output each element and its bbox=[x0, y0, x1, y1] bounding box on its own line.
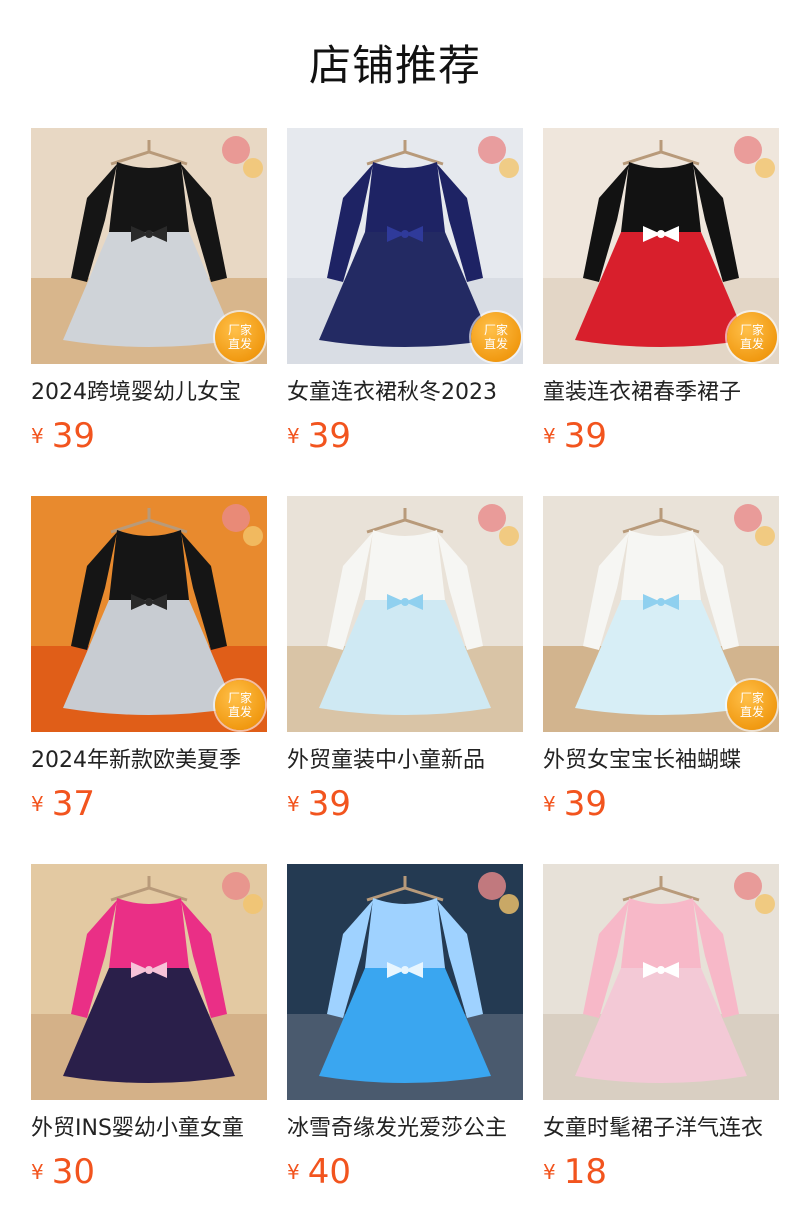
dress-illustration bbox=[31, 864, 267, 1100]
product-image[interactable]: 厂家 直发 bbox=[287, 128, 523, 364]
currency-symbol: ¥ bbox=[287, 792, 300, 816]
badge-line-1: 厂家 bbox=[227, 691, 252, 705]
currency-symbol: ¥ bbox=[31, 424, 44, 448]
price-value: 39 bbox=[563, 784, 607, 824]
product-name[interactable]: 外贸INS婴幼小童女童 bbox=[31, 1114, 267, 1144]
product-name[interactable]: 2024年新款欧美夏季 bbox=[31, 746, 267, 776]
price-value: 39 bbox=[563, 416, 607, 456]
product-card[interactable]: 厂家 直发外贸女宝宝长袖蝴蝶 ¥39 bbox=[543, 496, 779, 824]
product-grid: 厂家 直发 2024跨境婴幼儿女宝 ¥39 厂家 直发 女童连衣裙秋冬2023 ¥39 厂家 直发… bbox=[0, 0, 790, 1232]
product-price: ¥39 bbox=[543, 416, 779, 456]
product-card[interactable]: 厂家 直发女童连衣裙秋冬2023 ¥39 bbox=[287, 128, 523, 456]
product-price: ¥18 bbox=[543, 1152, 779, 1192]
currency-symbol: ¥ bbox=[543, 792, 556, 816]
product-price: ¥39 bbox=[543, 784, 779, 824]
product-card[interactable]: 外贸INS婴幼小童女童 ¥30 bbox=[31, 864, 267, 1192]
badge-line-2: 直发 bbox=[483, 337, 508, 351]
badge-line-1: 厂家 bbox=[483, 323, 508, 337]
dress-illustration bbox=[543, 864, 779, 1100]
currency-symbol: ¥ bbox=[287, 424, 300, 448]
product-image[interactable]: 厂家 直发 bbox=[31, 496, 267, 732]
product-name[interactable]: 女童连衣裙秋冬2023 bbox=[287, 378, 523, 408]
product-card[interactable]: 厂家 直发童装连衣裙春季裙子 ¥39 bbox=[543, 128, 779, 456]
product-price: ¥39 bbox=[31, 416, 267, 456]
product-name[interactable]: 外贸童装中小童新品 bbox=[287, 746, 523, 776]
product-image[interactable]: 厂家 直发 bbox=[543, 128, 779, 364]
price-value: 18 bbox=[563, 1152, 607, 1192]
product-name[interactable]: 冰雪奇缘发光爱莎公主 bbox=[287, 1114, 523, 1144]
dress-illustration bbox=[287, 496, 523, 732]
product-card[interactable]: 女童时髦裙子洋气连衣 ¥18 bbox=[543, 864, 779, 1192]
currency-symbol: ¥ bbox=[543, 1160, 556, 1184]
product-card[interactable]: 厂家 直发 2024年新款欧美夏季 ¥37 bbox=[31, 496, 267, 824]
product-price: ¥39 bbox=[287, 784, 523, 824]
factory-direct-badge: 厂家 直发 bbox=[215, 680, 265, 730]
product-image[interactable]: 厂家 直发 bbox=[31, 128, 267, 364]
currency-symbol: ¥ bbox=[543, 424, 556, 448]
product-name[interactable]: 童装连衣裙春季裙子 bbox=[543, 378, 779, 408]
product-card[interactable]: 厂家 直发 2024跨境婴幼儿女宝 ¥39 bbox=[31, 128, 267, 456]
currency-symbol: ¥ bbox=[287, 1160, 300, 1184]
price-value: 30 bbox=[51, 1152, 95, 1192]
price-value: 39 bbox=[307, 416, 351, 456]
currency-symbol: ¥ bbox=[31, 792, 44, 816]
badge-line-2: 直发 bbox=[227, 337, 252, 351]
product-price: ¥40 bbox=[287, 1152, 523, 1192]
price-value: 40 bbox=[307, 1152, 351, 1192]
badge-line-1: 厂家 bbox=[739, 323, 764, 337]
product-image[interactable] bbox=[543, 864, 779, 1100]
badge-line-1: 厂家 bbox=[227, 323, 252, 337]
product-name[interactable]: 2024跨境婴幼儿女宝 bbox=[31, 378, 267, 408]
factory-direct-badge: 厂家 直发 bbox=[727, 312, 777, 362]
product-price: ¥39 bbox=[287, 416, 523, 456]
product-image[interactable] bbox=[287, 496, 523, 732]
badge-line-2: 直发 bbox=[739, 705, 764, 719]
currency-symbol: ¥ bbox=[31, 1160, 44, 1184]
badge-line-1: 厂家 bbox=[739, 691, 764, 705]
product-price: ¥37 bbox=[31, 784, 267, 824]
factory-direct-badge: 厂家 直发 bbox=[727, 680, 777, 730]
product-price: ¥30 bbox=[31, 1152, 267, 1192]
price-value: 39 bbox=[307, 784, 351, 824]
product-name[interactable]: 外贸女宝宝长袖蝴蝶 bbox=[543, 746, 779, 776]
price-value: 39 bbox=[51, 416, 95, 456]
dress-illustration bbox=[287, 864, 523, 1100]
badge-line-2: 直发 bbox=[739, 337, 764, 351]
product-image[interactable] bbox=[31, 864, 267, 1100]
factory-direct-badge: 厂家 直发 bbox=[215, 312, 265, 362]
price-value: 37 bbox=[51, 784, 95, 824]
product-image[interactable]: 厂家 直发 bbox=[543, 496, 779, 732]
badge-line-2: 直发 bbox=[227, 705, 252, 719]
product-card[interactable]: 冰雪奇缘发光爱莎公主 ¥40 bbox=[287, 864, 523, 1192]
factory-direct-badge: 厂家 直发 bbox=[471, 312, 521, 362]
product-image[interactable] bbox=[287, 864, 523, 1100]
product-card[interactable]: 外贸童装中小童新品 ¥39 bbox=[287, 496, 523, 824]
product-name[interactable]: 女童时髦裙子洋气连衣 bbox=[543, 1114, 779, 1144]
